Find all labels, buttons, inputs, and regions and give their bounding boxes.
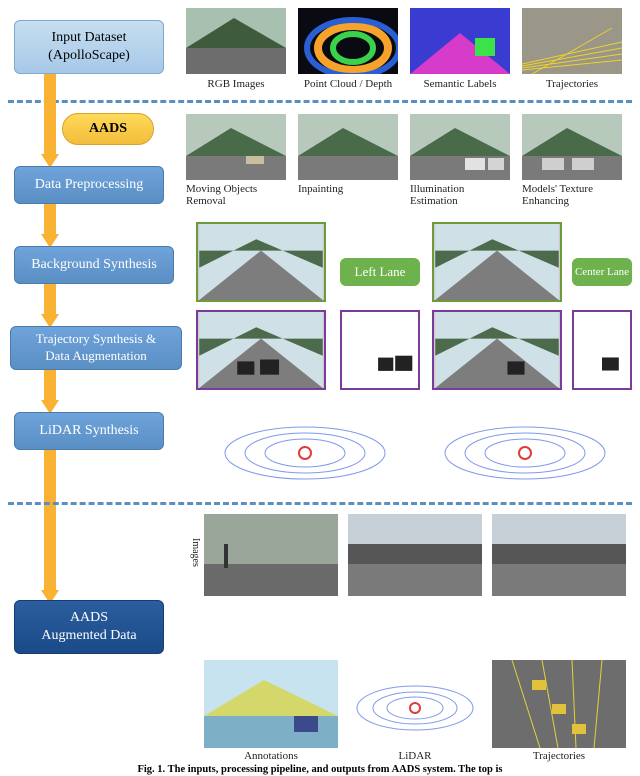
out-lidar xyxy=(348,660,482,748)
thumb-pointcloud xyxy=(298,8,398,74)
thumb-traj-center-cars xyxy=(572,310,632,390)
thumb-moving-removal xyxy=(186,114,286,180)
cap-illum: Illumination Estimation xyxy=(410,183,510,207)
thumb-traj-left-cars xyxy=(340,310,420,390)
out-img-3 xyxy=(492,514,626,596)
step-lidar-synthesis: LiDAR Synthesis xyxy=(14,412,164,450)
step-preprocessing: Data Preprocessing xyxy=(14,166,164,204)
out-img-2 xyxy=(348,514,482,596)
thumb-left-lane xyxy=(196,222,326,302)
thumb-traj-center xyxy=(432,310,562,390)
thumb-semantic xyxy=(410,8,510,74)
arrow-stem-3 xyxy=(44,284,56,314)
out-trajectories xyxy=(492,660,626,748)
arrow-stem-2 xyxy=(44,204,56,234)
vcap-images: Images xyxy=(190,538,201,567)
center-lane-badge: Center Lane xyxy=(572,258,632,286)
figure-caption: Fig. 1. The inputs, processing pipeline,… xyxy=(0,764,640,775)
cap-pointcloud: Point Cloud / Depth xyxy=(298,78,398,90)
dashed-sep-top xyxy=(8,100,632,103)
step-traj-synthesis: Trajectory Synthesis & Data Augmentation xyxy=(10,326,182,370)
cap-semantic: Semantic Labels xyxy=(410,78,510,90)
thumb-lidar-left xyxy=(210,398,400,494)
cap-moving: Moving Objects Removal xyxy=(186,183,286,207)
cap-rgb: RGB Images xyxy=(186,78,286,90)
out-img-1 xyxy=(204,514,338,596)
input-dataset-box: Input Dataset (ApolloScape) xyxy=(14,20,164,74)
thumb-trajectories xyxy=(522,8,622,74)
left-lane-badge: Left Lane xyxy=(340,258,420,286)
dashed-sep-bottom xyxy=(8,502,632,505)
final-output-box: AADS Augmented Data xyxy=(14,600,164,654)
cap-out-traj: Trajectories xyxy=(492,750,626,762)
thumb-lidar-right xyxy=(430,398,620,494)
thumb-center-lane xyxy=(432,222,562,302)
thumb-inpainting xyxy=(298,114,398,180)
arrow-stem-1 xyxy=(44,74,56,154)
cap-trajectories: Trajectories xyxy=(522,78,622,90)
thumb-traj-left xyxy=(196,310,326,390)
aads-pill: AADS xyxy=(62,113,154,145)
figure-wrapper: RGB Images Point Cloud / Depth Semantic … xyxy=(0,0,640,776)
step-bg-synthesis: Background Synthesis xyxy=(14,246,174,284)
arrow-stem-5 xyxy=(44,450,56,590)
thumb-texture xyxy=(522,114,622,180)
cap-texture: Models' Texture Enhancing xyxy=(522,183,622,207)
thumb-illumination xyxy=(410,114,510,180)
cap-out-annot: Annotations xyxy=(204,750,338,762)
arrow-stem-4 xyxy=(44,370,56,400)
cap-inpainting: Inpainting xyxy=(298,183,398,195)
thumb-rgb xyxy=(186,8,286,74)
out-annotations xyxy=(204,660,338,748)
cap-out-lidar: LiDAR xyxy=(348,750,482,762)
